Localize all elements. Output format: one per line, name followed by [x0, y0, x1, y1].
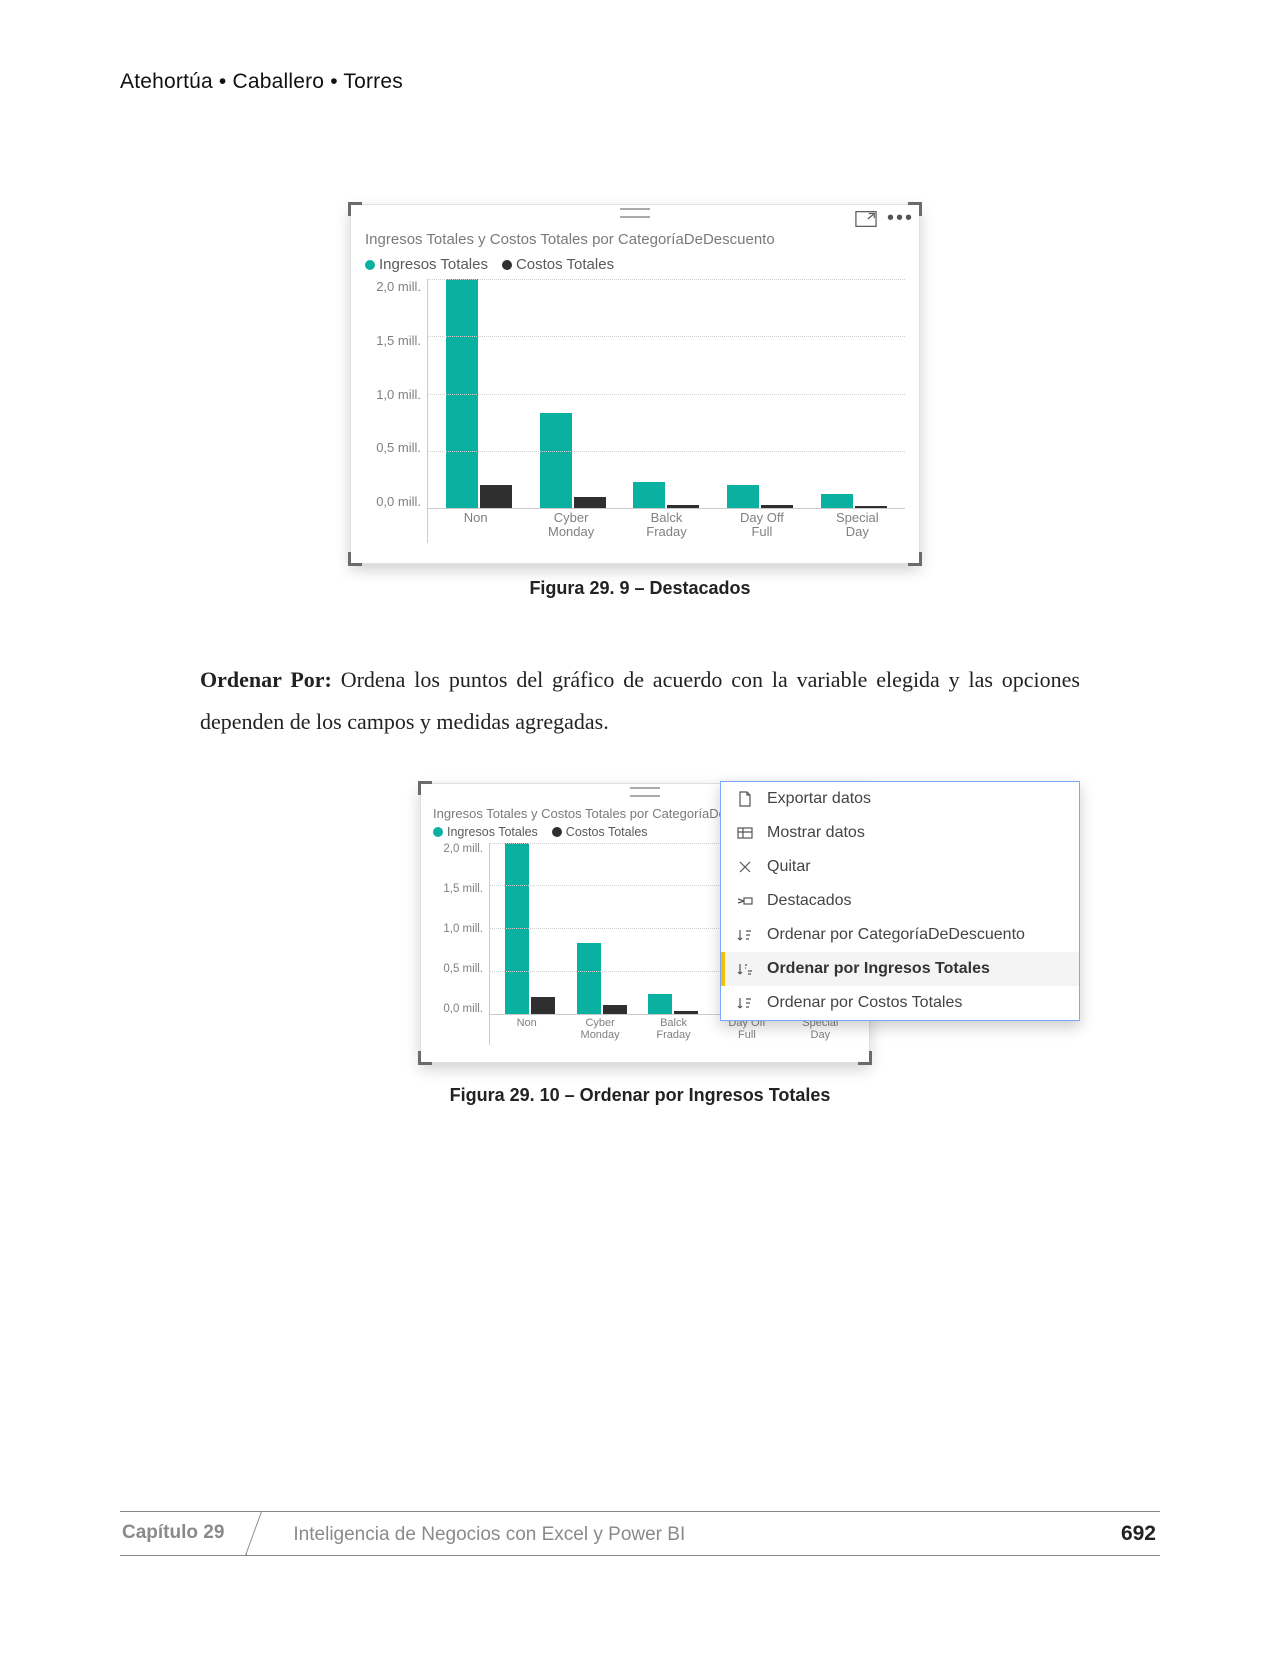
page-number: 692: [1121, 1512, 1160, 1555]
menu-remove[interactable]: Quitar: [721, 850, 1079, 884]
menu-sort-ingresos[interactable]: Ordenar por Ingresos Totales: [721, 952, 1079, 986]
focus-mode-icon[interactable]: [855, 210, 877, 233]
drag-grip-icon[interactable]: [620, 208, 650, 218]
export-icon: [735, 790, 755, 808]
selection-corner-icon: [858, 1051, 872, 1065]
legend-item: Costos Totales: [552, 825, 648, 839]
table-icon: [735, 824, 755, 842]
x-tick-label: Cyber Monday: [563, 1015, 636, 1045]
bar: [667, 505, 699, 508]
running-header: Atehortúa • Caballero • Torres: [120, 70, 1160, 94]
bar: [633, 482, 665, 508]
spotlight-icon: [735, 892, 755, 910]
y-axis: 2,0 mill. 1,5 mill. 1,0 mill. 0,5 mill. …: [433, 843, 483, 1045]
visual-context-menu: Exportar datos Mostrar datos Quitar Dest…: [720, 781, 1080, 1021]
close-icon: [735, 858, 755, 876]
body-paragraph: Ordenar Por: Ordena los puntos del gráfi…: [120, 659, 1160, 743]
sort-icon: [735, 926, 755, 944]
legend-item: Ingresos Totales: [433, 825, 538, 839]
menu-spotlight[interactable]: Destacados: [721, 884, 1079, 918]
drag-grip-icon[interactable]: [630, 787, 660, 797]
bar: [540, 413, 572, 508]
legend-marker-icon: [365, 260, 375, 270]
x-tick-label: Non: [490, 1015, 563, 1045]
bar: [480, 485, 512, 508]
legend-marker-icon: [502, 260, 512, 270]
x-tick-label: Special Day: [810, 509, 905, 543]
legend-item: Ingresos Totales: [365, 256, 488, 273]
x-tick-label: Day Off Full: [714, 509, 809, 543]
y-axis: 2,0 mill. 1,5 mill. 1,0 mill. 0,5 mill. …: [365, 279, 421, 543]
x-tick-label: Non: [428, 509, 523, 543]
sort-desc-icon: [735, 960, 755, 978]
menu-show-data[interactable]: Mostrar datos: [721, 816, 1079, 850]
legend-marker-icon: [552, 827, 562, 837]
selection-corner-icon: [908, 552, 922, 566]
paragraph-label: Ordenar Por:: [200, 667, 332, 692]
bar: [855, 506, 887, 508]
menu-sort-costos[interactable]: Ordenar por Costos Totales: [721, 986, 1079, 1020]
x-tick-label: Cyber Monday: [523, 509, 618, 543]
page-footer: Capítulo 29 Inteligencia de Negocios con…: [120, 1511, 1160, 1556]
x-axis: NonCyber MondayBalck FradayDay Off FullS…: [428, 509, 905, 543]
selection-corner-icon: [348, 202, 362, 216]
selection-corner-icon: [348, 552, 362, 566]
legend-marker-icon: [433, 827, 443, 837]
bar: [648, 994, 672, 1014]
menu-export-data[interactable]: Exportar datos: [721, 782, 1079, 816]
bar: [531, 997, 555, 1014]
chart-plot-area: NonCyber MondayBalck FradayDay Off FullS…: [427, 279, 905, 543]
selection-corner-icon: [418, 1051, 432, 1065]
powerbi-visual-fig1: ••• Ingresos Totales y Costos Totales po…: [350, 204, 920, 564]
bar: [574, 497, 606, 508]
more-options-icon[interactable]: •••: [887, 213, 909, 231]
bar: [603, 1005, 627, 1014]
bar: [761, 505, 793, 508]
sort-icon: [735, 994, 755, 1012]
bar: [577, 943, 601, 1014]
bar: [727, 485, 759, 508]
menu-sort-categoria[interactable]: Ordenar por CategoríaDeDescuento: [721, 918, 1079, 952]
x-tick-label: Balck Fraday: [637, 1015, 710, 1045]
legend-item: Costos Totales: [502, 256, 614, 273]
bar: [821, 494, 853, 508]
chart-legend: Ingresos Totales Costos Totales: [351, 254, 919, 279]
figure-caption: Figura 29. 10 – Ordenar por Ingresos Tot…: [120, 1085, 1160, 1106]
figure-caption: Figura 29. 9 – Destacados: [120, 578, 1160, 599]
chapter-label: Capítulo 29: [120, 1512, 247, 1555]
x-tick-label: Balck Fraday: [619, 509, 714, 543]
selection-corner-icon: [418, 781, 432, 795]
bar: [674, 1011, 698, 1014]
book-title: Inteligencia de Negocios con Excel y Pow…: [247, 1512, 1121, 1555]
